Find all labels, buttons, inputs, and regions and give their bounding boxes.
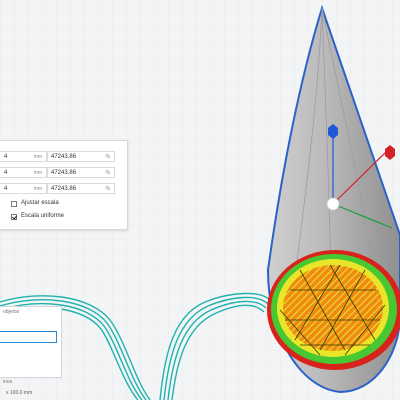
width-percent-value: 47243.86 xyxy=(51,154,77,160)
height-mm-value: 4 xyxy=(4,186,8,192)
gizmo-center-handle[interactable] xyxy=(326,197,340,211)
depth-mm-input[interactable]: 4 mm xyxy=(0,167,47,178)
object-list-header: objetos xyxy=(3,309,20,315)
width-mm-input[interactable]: 4 mm xyxy=(0,151,47,162)
uniform-scale-label: Escala uniforme xyxy=(21,213,65,219)
object-list-panel: objetos inos xyxy=(0,306,62,385)
object-name-input[interactable] xyxy=(0,331,57,343)
depth-mm-value: 4 xyxy=(4,170,8,176)
height-mm-input[interactable]: 4 mm xyxy=(0,183,47,194)
fit-scale-label: Ajustar escala xyxy=(21,200,59,206)
mm-unit: mm xyxy=(33,154,42,160)
height-percent-input[interactable]: 47243.86 % xyxy=(47,183,115,194)
depth-percent-input[interactable]: 47243.86 % xyxy=(47,167,115,178)
width-mm-value: 4 xyxy=(4,154,8,160)
uniform-scale-checkbox[interactable] xyxy=(11,214,17,220)
mm-unit: mm xyxy=(33,170,42,176)
fit-scale-checkbox[interactable] xyxy=(11,201,17,207)
height-percent-value: 47243.86 xyxy=(51,186,77,192)
percent-unit: % xyxy=(105,186,110,192)
scale-panel: 4 mm 47243.86 % 4 mm 47243.86 % 4 mm 472… xyxy=(0,140,128,230)
slice-cross-section xyxy=(267,250,400,370)
status-bar: x 100.0 mm xyxy=(0,376,90,400)
width-percent-input[interactable]: 47243.86 % xyxy=(47,151,115,162)
percent-unit: % xyxy=(105,170,110,176)
percent-unit: % xyxy=(105,154,110,160)
depth-percent-value: 47243.86 xyxy=(51,170,77,176)
dimensions-readout: x 100.0 mm xyxy=(6,390,33,396)
mm-unit: mm xyxy=(33,186,42,192)
